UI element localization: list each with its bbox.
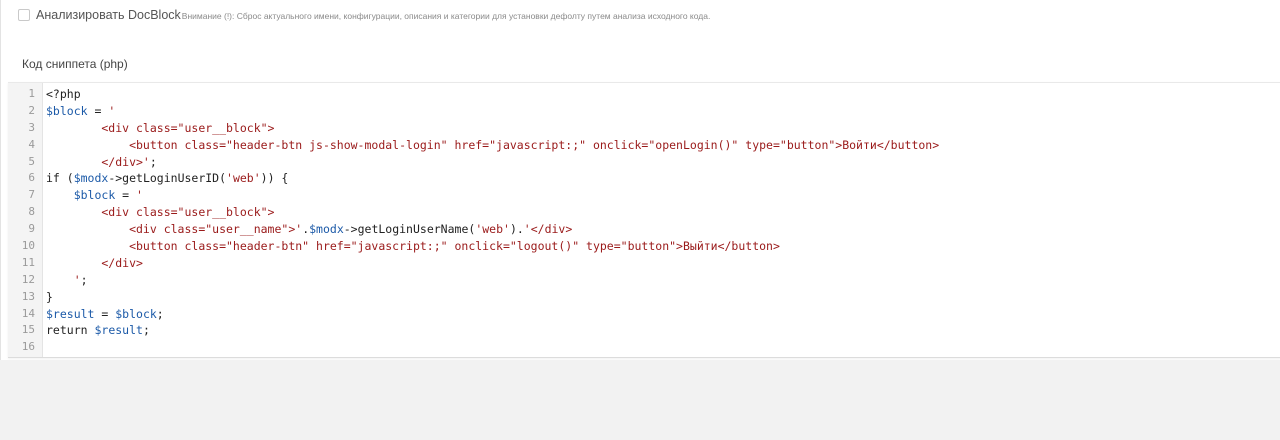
code-token: ; (149, 154, 157, 169)
code-text[interactable]: <div class="user__block"> (46, 204, 274, 221)
line-number: 14 (21, 306, 35, 320)
code-line[interactable]: 2 $block = ' (8, 103, 1280, 120)
code-line[interactable]: 8 <div class="user__block"> (8, 204, 1280, 221)
analyze-docblock-warning: Внимание (!): Сброс актуального имени, к… (181, 11, 711, 21)
code-text[interactable]: '; (46, 272, 88, 289)
code-token: return (46, 323, 95, 338)
code-editor[interactable]: 1 <?php 2 $block = ' 3 <div class="user__blo… (8, 82, 1280, 358)
code-token: 'web' (226, 171, 261, 186)
code-token: $result (46, 306, 95, 321)
code-token: $block (46, 103, 88, 118)
line-number: 2 (28, 103, 35, 117)
snippet-panel: Анализировать DocBlock Внимание (!): Сбр… (0, 0, 1280, 360)
code-text[interactable]: <button class="header-btn js-show-modal-… (46, 137, 939, 154)
code-line[interactable]: 10 <button class="header-btn" href="java… (8, 238, 1280, 255)
code-line[interactable]: 14 $result = $block; (8, 306, 1280, 323)
code-line[interactable]: 3 <div class="user__block"> (8, 120, 1280, 137)
code-line[interactable]: 7 $block = ' (8, 187, 1280, 204)
code-token: = (94, 306, 116, 321)
code-text[interactable]: $result = $block; (46, 306, 164, 323)
snippet-code-label: Код сниппета (php) (22, 57, 128, 71)
code-text[interactable]: </div>'; (46, 154, 157, 171)
code-line[interactable]: 13} (8, 289, 1280, 306)
code-line[interactable]: 6 if ($modx->getLoginUserID('web')) { (8, 170, 1280, 187)
analyze-docblock-checkbox[interactable] (18, 9, 30, 21)
code-text[interactable]: } (46, 289, 53, 306)
code-text[interactable]: <div class="user__block"> (46, 120, 274, 137)
code-text[interactable]: $block = ' (46, 187, 143, 204)
line-number: 4 (28, 137, 35, 151)
analyze-docblock-label[interactable]: Анализировать DocBlock (36, 8, 181, 22)
code-token: ->getLoginUserName( (343, 222, 476, 237)
code-line[interactable]: 16 (8, 339, 1280, 356)
code-token: } (46, 289, 53, 304)
code-token: ; (142, 323, 150, 338)
code-token: = (115, 188, 137, 203)
code-line[interactable]: 11 </div> (8, 255, 1280, 272)
code-line[interactable]: 15 return $result; (8, 322, 1280, 339)
analyze-docblock-row: Анализировать DocBlock Внимание (!): Сбр… (18, 7, 710, 23)
code-token: $result (94, 323, 143, 338)
code-token: if ( (46, 171, 74, 186)
code-token: <button class="header-btn js-show-modal-… (46, 137, 940, 152)
code-line[interactable]: 12 '; (8, 272, 1280, 289)
line-number: 15 (21, 323, 35, 337)
line-number: 1 (28, 87, 35, 100)
line-number: 5 (28, 154, 35, 168)
code-line[interactable]: 9 <div class="user__name">'.$modx->getLo… (8, 221, 1280, 238)
code-text[interactable]: </div> (46, 255, 143, 272)
line-number: 13 (21, 289, 35, 303)
code-token: <div class="user__name">' (46, 222, 303, 237)
line-number: 16 (21, 340, 35, 354)
line-number: 6 (28, 171, 35, 185)
code-token: $modx (309, 222, 344, 237)
code-token: <div class="user__block"> (46, 205, 275, 220)
code-text[interactable]: <?php (46, 86, 81, 103)
code-token: $block (115, 306, 157, 321)
code-text[interactable]: <button class="header-btn" href="javascr… (46, 238, 780, 255)
code-token: <div class="user__block"> (46, 120, 275, 135)
line-number: 9 (28, 222, 35, 236)
code-token: ' (46, 272, 81, 287)
code-token: 'web' (475, 222, 510, 237)
code-token: ). (509, 222, 524, 237)
code-token: <?php (46, 87, 81, 101)
code-token: ' (108, 103, 116, 118)
line-number: 7 (28, 188, 35, 202)
code-text[interactable]: <div class="user__name">'.$modx->getLogi… (46, 221, 572, 238)
line-number: 10 (21, 239, 35, 253)
code-content[interactable]: 1 <?php 2 $block = ' 3 <div class="user__blo… (8, 86, 1280, 356)
code-token: $modx (73, 171, 109, 186)
line-number: 12 (21, 272, 35, 286)
code-token: $block (73, 188, 116, 203)
line-number: 3 (28, 120, 35, 134)
code-line[interactable]: 4 <button class="header-btn js-show-moda… (8, 137, 1280, 154)
code-token: ' (136, 188, 143, 203)
code-token: '</div> (523, 222, 573, 237)
code-text[interactable]: $block = ' (46, 103, 115, 120)
code-token: </div>' (46, 154, 150, 169)
code-token: </div> (46, 255, 143, 270)
code-line[interactable]: 5 </div>'; (8, 154, 1280, 171)
code-token: ->getLoginUserID( (108, 171, 227, 186)
code-token: <button class="header-btn" href="javascr… (46, 239, 780, 254)
code-token: ; (80, 272, 88, 287)
line-number: 11 (21, 255, 35, 269)
code-token: = (87, 103, 109, 118)
code-token: )) { (260, 171, 289, 186)
code-text[interactable]: if ($modx->getLoginUserID('web')) { (46, 170, 288, 187)
code-text[interactable]: return $result; (46, 322, 150, 339)
code-line[interactable]: 1 <?php (8, 86, 1280, 103)
code-token: ; (156, 306, 164, 321)
line-number: 8 (28, 205, 35, 219)
